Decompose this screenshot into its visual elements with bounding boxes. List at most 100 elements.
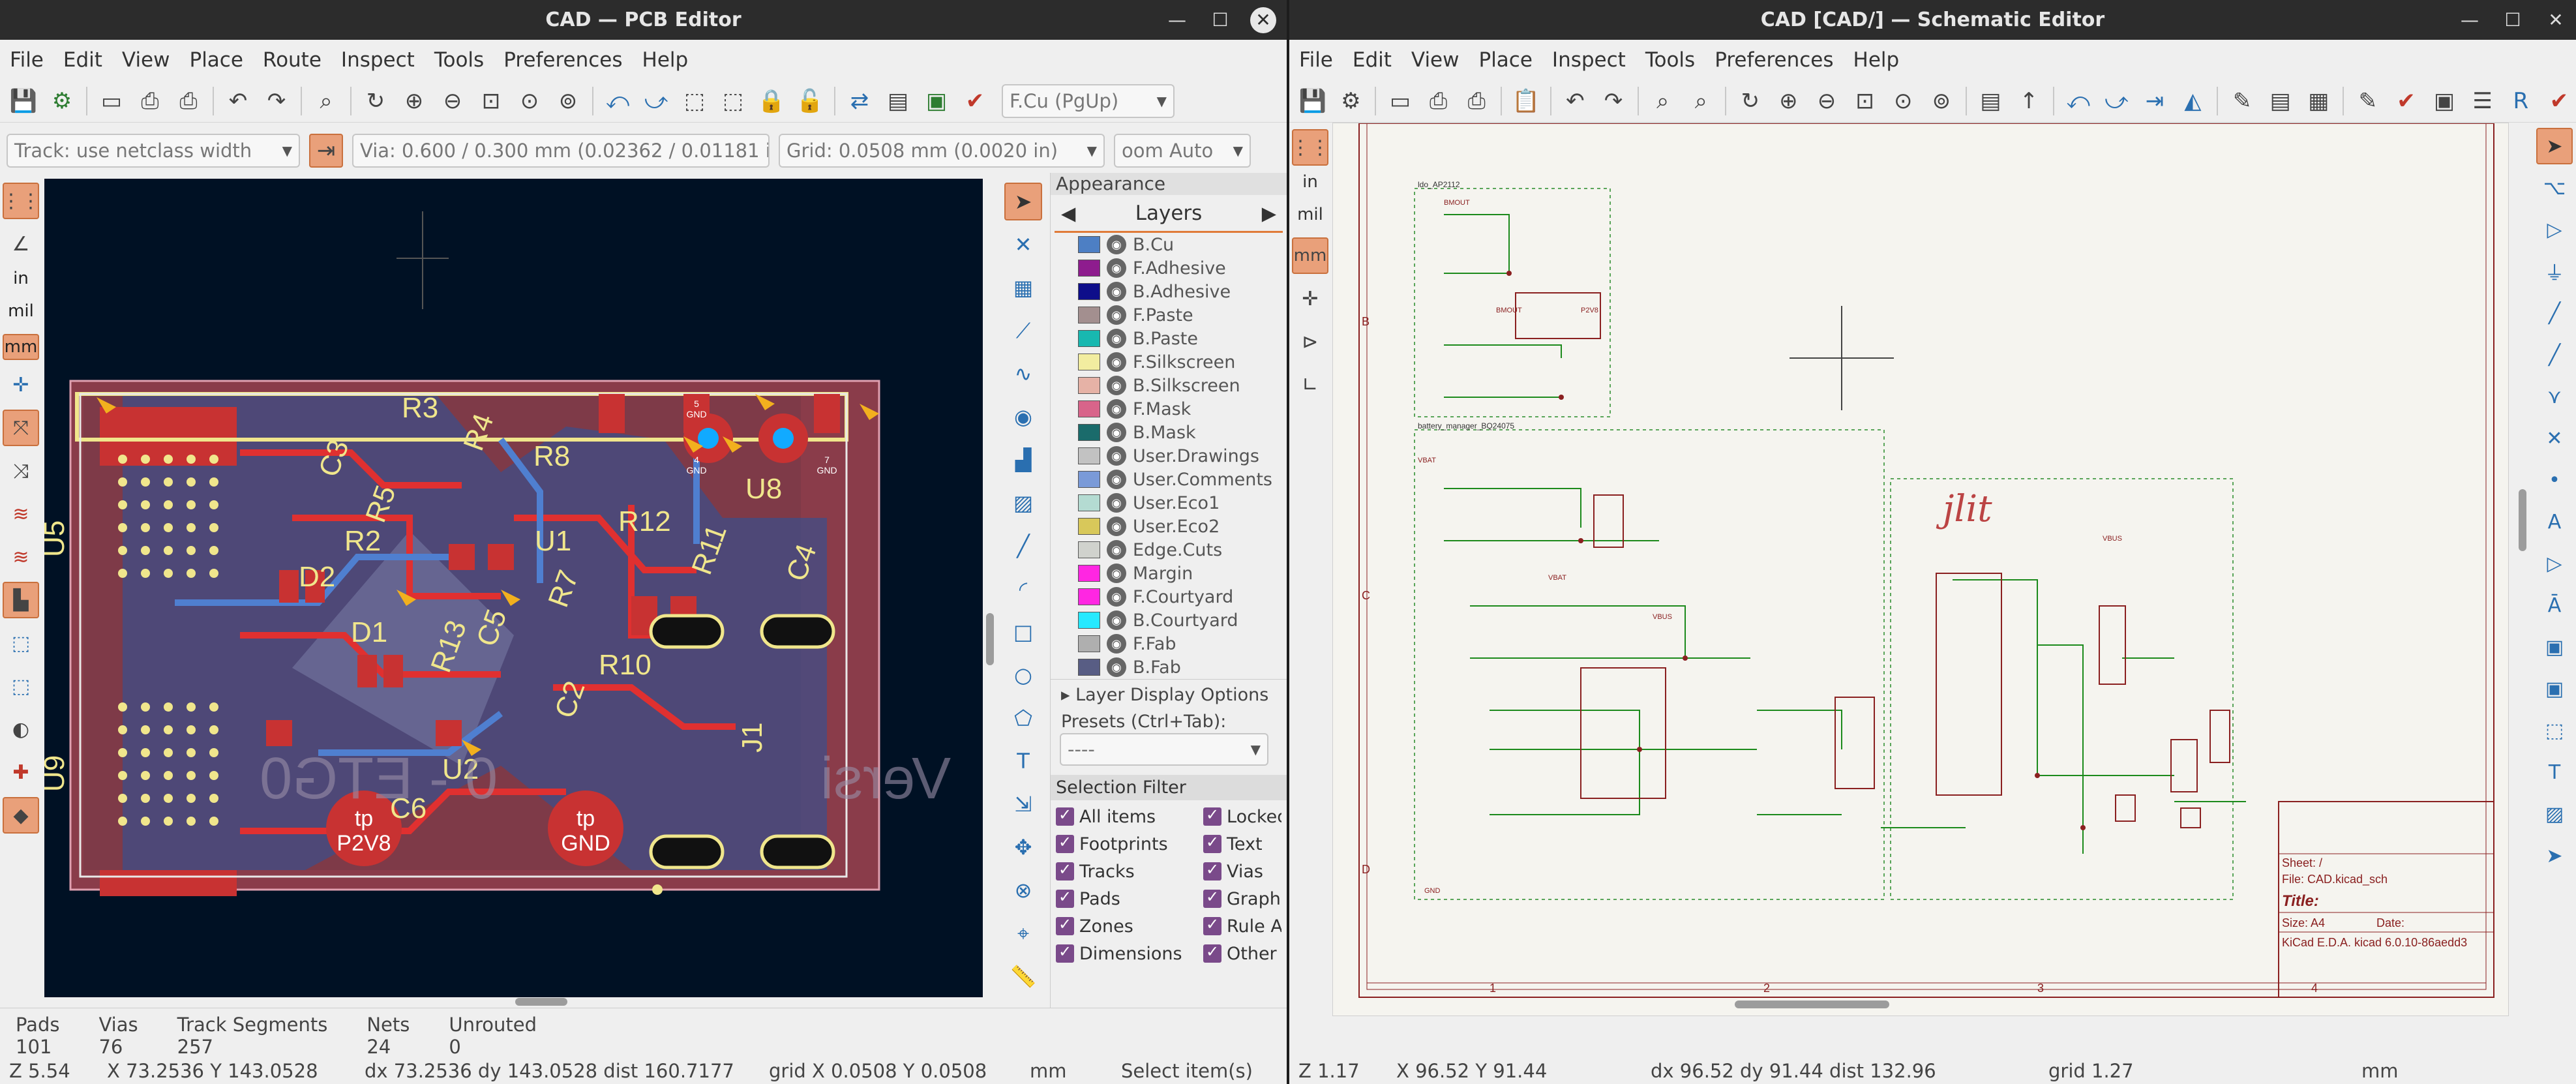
footprint-editor-icon[interactable]: ▦ <box>2302 84 2336 118</box>
add-text-icon[interactable]: T <box>2536 754 2573 790</box>
import-sheet-pin-icon[interactable]: ▣ <box>2536 670 2573 707</box>
zone-outline-icon[interactable]: ≋ <box>3 539 39 575</box>
menu-tools[interactable]: Tools <box>425 48 494 72</box>
checkbox-checked-icon[interactable] <box>1203 915 1221 935</box>
pad-block[interactable] <box>100 870 237 896</box>
selection-filter-checkbox[interactable]: Pads <box>1056 886 1203 911</box>
draw-arc-icon[interactable]: ◜ <box>1004 570 1042 608</box>
checkbox-checked-icon[interactable] <box>1203 805 1221 826</box>
layer-color-swatch[interactable] <box>1078 635 1100 652</box>
layer-color-swatch[interactable] <box>1078 612 1100 629</box>
layer-color-swatch[interactable] <box>1078 283 1100 300</box>
selection-filter-checkbox[interactable]: Zones <box>1056 914 1203 939</box>
eye-icon[interactable]: ◉ <box>1107 470 1126 489</box>
add-hier-label-icon[interactable]: Ā <box>2536 587 2573 624</box>
eye-icon[interactable]: ◉ <box>1107 657 1126 677</box>
layer-color-swatch[interactable] <box>1078 330 1100 347</box>
eye-icon[interactable]: ◉ <box>1107 587 1126 607</box>
eye-icon[interactable]: ◉ <box>1107 446 1126 466</box>
grid-dropdown[interactable]: Grid: 0.0508 mm (0.0020 in) ▼ <box>779 134 1105 168</box>
measure-icon[interactable]: 📏 <box>1004 957 1042 995</box>
zoom-fit-icon[interactable]: ⊡ <box>1848 84 1882 118</box>
layer-color-swatch[interactable] <box>1078 659 1100 676</box>
zoom-out-icon[interactable]: ⊖ <box>436 84 470 118</box>
unlock-icon[interactable]: 🔓 <box>793 84 827 118</box>
zoom-in-icon[interactable]: ⊕ <box>397 84 431 118</box>
eye-icon[interactable]: ◉ <box>1107 399 1126 419</box>
selection-filter-checkbox[interactable]: Graphic <box>1203 886 1281 911</box>
checkbox-checked-icon[interactable] <box>1203 860 1221 881</box>
eye-icon[interactable]: ◉ <box>1107 634 1126 654</box>
menu-tools[interactable]: Tools <box>1636 48 1705 72</box>
footprint-library-icon[interactable]: ▤ <box>881 84 915 118</box>
selection-filter-checkbox[interactable]: Locked <box>1203 804 1281 829</box>
layer-row-user-eco1[interactable]: ◉ User.Eco1 <box>1051 491 1287 515</box>
draw-rectangle-icon[interactable]: □ <box>1004 613 1042 651</box>
menu-route[interactable]: Route <box>253 48 331 72</box>
eye-icon[interactable]: ◉ <box>1107 517 1126 536</box>
layer-row-margin[interactable]: ◉ Margin <box>1051 562 1287 585</box>
eye-icon[interactable]: ◉ <box>1107 540 1126 560</box>
eye-icon[interactable]: ◉ <box>1107 376 1126 395</box>
layer-row-b-courtyard[interactable]: ◉ B.Courtyard <box>1051 609 1287 632</box>
menu-file[interactable]: File <box>1289 48 1343 72</box>
layer-color-swatch[interactable] <box>1078 447 1100 464</box>
undo-icon[interactable]: ↶ <box>221 84 255 118</box>
rotate-cw-icon[interactable]: ⤻ <box>639 84 673 118</box>
layer-row-edge-cuts[interactable]: ◉ Edge.Cuts <box>1051 538 1287 562</box>
delete-tool-icon[interactable]: ➤ <box>2536 837 2573 874</box>
menu-view[interactable]: View <box>112 48 180 72</box>
close-icon[interactable]: ✕ <box>2543 7 2569 33</box>
eye-icon[interactable]: ◉ <box>1107 564 1126 583</box>
layer-row-f-mask[interactable]: ◉ F.Mask <box>1051 397 1287 421</box>
layer-color-swatch[interactable] <box>1078 541 1100 558</box>
layer-color-swatch[interactable] <box>1078 588 1100 605</box>
draw-polygon-icon[interactable]: ⬠ <box>1004 699 1042 737</box>
tab-layers[interactable]: Layers <box>1135 202 1203 225</box>
redo-icon[interactable]: ↷ <box>260 84 293 118</box>
layer-color-swatch[interactable] <box>1078 494 1100 511</box>
layer-color-swatch[interactable] <box>1078 307 1100 324</box>
plot-icon[interactable]: ⎙ <box>172 84 205 118</box>
zoom-fit-icon[interactable]: ⊡ <box>474 84 508 118</box>
no-connect-icon[interactable]: ✕ <box>2536 420 2573 457</box>
bom-icon[interactable]: ☰ <box>2466 84 2500 118</box>
eye-icon[interactable]: ◉ <box>1107 329 1126 348</box>
layer-row-user-drawings[interactable]: ◉ User.Drawings <box>1051 444 1287 468</box>
menu-help[interactable]: Help <box>633 48 698 72</box>
selection-filter-checkbox[interactable]: Other i <box>1203 941 1281 966</box>
eye-icon[interactable]: ◉ <box>1107 235 1126 254</box>
checkbox-checked-icon[interactable] <box>1203 942 1221 963</box>
layer-row-f-paste[interactable]: ◉ F.Paste <box>1051 303 1287 327</box>
zone-fill-icon[interactable]: ≋ <box>3 496 39 532</box>
add-text-icon[interactable]: T <box>1004 742 1042 780</box>
add-footprint-icon[interactable]: ▦ <box>1004 269 1042 307</box>
grid-toggle-icon[interactable]: ⋮⋮ <box>1 183 40 219</box>
draw-circle-icon[interactable]: ○ <box>1004 656 1042 694</box>
layer-row-b-adhesive[interactable]: ◉ B.Adhesive <box>1051 280 1287 303</box>
print-icon[interactable]: ⎙ <box>1422 84 1456 118</box>
zoom-objects-icon[interactable]: ⊙ <box>513 84 547 118</box>
delete-tool-icon[interactable]: ⊗ <box>1004 871 1042 909</box>
add-symbol-icon[interactable]: ▷ <box>2536 211 2573 248</box>
annotate-icon[interactable]: ✎ <box>2351 84 2385 118</box>
selection-filter-checkbox[interactable]: All items <box>1056 804 1203 829</box>
via-size-dropdown[interactable]: Via: 0.600 / 0.300 mm (0.02362 / 0.01181… <box>352 134 770 168</box>
draw-line-icon[interactable]: ╱ <box>1004 527 1042 565</box>
symbol-browser-icon[interactable]: ▤ <box>2264 84 2298 118</box>
page-settings-icon[interactable]: ▭ <box>1383 84 1417 118</box>
checkbox-checked-icon[interactable] <box>1056 833 1074 853</box>
units-mil[interactable]: mil <box>8 301 34 327</box>
set-origin-icon[interactable]: ⌖ <box>1004 914 1042 952</box>
add-junction-icon[interactable]: • <box>2536 462 2573 498</box>
layer-row-f-adhesive[interactable]: ◉ F.Adhesive <box>1051 256 1287 280</box>
rotate-cw-icon[interactable]: ⤻ <box>2099 84 2133 118</box>
mirror-vertical-icon[interactable]: ⇥ <box>2138 84 2172 118</box>
local-ratsnest-icon[interactable]: ✕ <box>1004 226 1042 263</box>
bus-entry-icon[interactable]: ⋎ <box>2536 378 2573 415</box>
add-sheet-icon[interactable]: ▣ <box>2536 629 2573 665</box>
units-mm[interactable]: mm <box>1292 237 1328 274</box>
lock-icon[interactable]: 🔒 <box>755 84 788 118</box>
layer-display-options[interactable]: ▸ Layer Display Options <box>1051 679 1287 710</box>
checkbox-checked-icon[interactable] <box>1056 888 1074 908</box>
